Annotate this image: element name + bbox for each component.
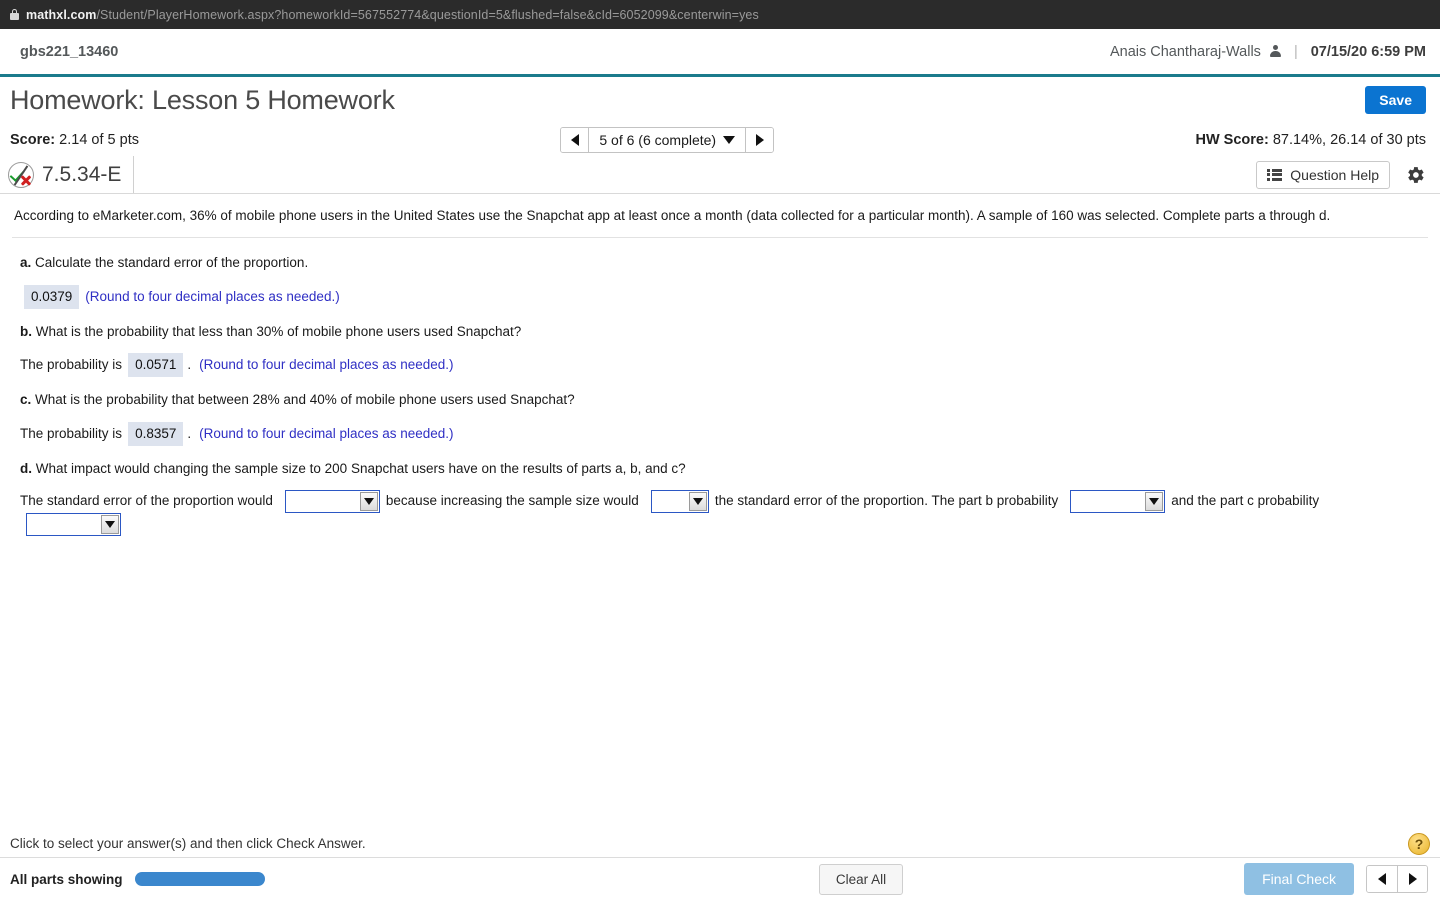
part-b-answer-box[interactable]: 0.0571 — [128, 353, 184, 378]
chevron-down-icon — [359, 492, 378, 511]
parts-progress-group: All parts showing — [10, 872, 478, 887]
triangle-right-icon — [755, 133, 764, 146]
part-c-text: What is the probability that between 28%… — [35, 392, 575, 408]
chevron-down-icon — [101, 515, 119, 534]
final-check-button[interactable]: Final Check — [1244, 863, 1354, 895]
question-stem: According to eMarketer.com, 36% of mobil… — [12, 206, 1428, 239]
clear-all-button[interactable]: Clear All — [818, 863, 904, 895]
page-title: Homework: Lesson 5 Homework — [10, 84, 395, 115]
footer-instruction-row: Click to select your answer(s) and then … — [0, 830, 1440, 858]
part-a-question: a. Calculate the standard error of the p… — [20, 249, 1428, 277]
score-value: 2.14 of 5 pts — [59, 131, 139, 148]
question-help-label: Question Help — [1290, 166, 1379, 183]
triangle-left-icon — [1378, 873, 1386, 885]
part-d-segment-1: The standard error of the proportion wou… — [20, 493, 273, 509]
footer-right: Final Check — [1244, 863, 1428, 895]
part-d-question: d. What impact would changing the sample… — [20, 455, 1428, 483]
person-icon[interactable] — [1269, 45, 1281, 58]
question-tools: Question Help — [1256, 160, 1426, 189]
part-c-answer-box[interactable]: 0.8357 — [128, 421, 184, 446]
list-icon — [1267, 168, 1283, 181]
question-id-group: 7.5.34-E — [8, 156, 135, 193]
part-a-hint: (Round to four decimal places as needed.… — [85, 288, 340, 304]
score-display: Score: 2.14 of 5 pts — [10, 132, 139, 148]
course-header: gbs221_13460 Anais Chantharaj-Walls | 07… — [0, 29, 1440, 77]
timestamp: 07/15/20 6:59 PM — [1310, 43, 1426, 60]
part-d-dropdown-4[interactable] — [26, 513, 121, 536]
part-b-answer-row: The probability is 0.0571 . (Round to fo… — [12, 353, 1428, 378]
course-id: gbs221_13460 — [20, 43, 119, 60]
part-d-dropdown-2[interactable] — [650, 490, 709, 513]
part-c-period: . — [187, 425, 192, 441]
user-name: Anais Chantharaj-Walls — [1109, 43, 1261, 60]
hw-score-display: HW Score: 87.14%, 26.14 of 30 pts — [1195, 132, 1426, 148]
part-d-segment-3: the standard error of the proportion. Th… — [714, 493, 1059, 509]
lock-icon — [10, 9, 19, 20]
part-d-label: d. — [20, 460, 32, 476]
header-right: Anais Chantharaj-Walls | 07/15/20 6:59 P… — [1110, 44, 1426, 60]
part-d-segment-2: because increasing the sample size would — [385, 493, 639, 509]
part-a-answer-row: 0.0379 (Round to four decimal places as … — [12, 284, 1428, 309]
parts-showing-label: All parts showing — [10, 871, 123, 887]
part-b-question: b. What is the probability that less tha… — [20, 318, 1428, 346]
url-domain: mathxl.com — [26, 7, 97, 22]
part-a-answer-box[interactable]: 0.0379 — [24, 284, 80, 309]
question-content: According to eMarketer.com, 36% of mobil… — [0, 194, 1440, 536]
part-d-segment-4: and the part c probability — [1171, 493, 1320, 509]
part-c-label: c. — [20, 392, 32, 408]
chevron-down-icon — [723, 135, 736, 144]
hw-score-label: HW Score: — [1195, 131, 1269, 148]
footer-bar: All parts showing Clear All Final Check — [0, 858, 1440, 900]
prev-question-button[interactable] — [561, 127, 590, 152]
part-d-dropdown-1[interactable] — [284, 490, 380, 513]
header-separator: | — [1293, 43, 1298, 60]
question-selector-dropdown[interactable]: 5 of 6 (6 complete) — [589, 132, 745, 148]
footer-center: Clear All — [478, 863, 1244, 895]
question-selector-label: 5 of 6 (6 complete) — [599, 131, 717, 148]
title-row: Homework: Lesson 5 Homework Save — [0, 77, 1440, 123]
partial-credit-icon — [8, 161, 34, 188]
gear-icon[interactable] — [1404, 164, 1426, 186]
part-b-text: What is the probability that less than 3… — [35, 323, 522, 339]
browser-url-bar[interactable]: mathxl.com/Student/PlayerHomework.aspx?h… — [0, 0, 1440, 29]
footer-instruction: Click to select your answer(s) and then … — [10, 836, 366, 851]
part-c-answer-row: The probability is 0.8357 . (Round to fo… — [12, 421, 1428, 446]
question-id: 7.5.34-E — [42, 162, 122, 186]
part-b-prefix: The probability is — [20, 357, 123, 372]
score-label: Score: — [10, 131, 56, 148]
triangle-left-icon — [570, 133, 579, 146]
question-navigator[interactable]: 5 of 6 (6 complete) — [560, 126, 775, 153]
part-d-text: What impact would changing the sample si… — [35, 460, 686, 476]
chevron-down-icon — [1145, 492, 1164, 511]
footer-nav-pair[interactable] — [1366, 865, 1428, 893]
footer-next-button[interactable] — [1397, 866, 1427, 892]
part-b-hint: (Round to four decimal places as needed.… — [199, 357, 454, 372]
part-a-text: Calculate the standard error of the prop… — [35, 255, 309, 271]
part-a-label: a. — [20, 255, 32, 271]
next-question-button[interactable] — [745, 127, 774, 152]
url-text: mathxl.com/Student/PlayerHomework.aspx?h… — [26, 8, 759, 22]
part-b-period: . — [187, 357, 192, 372]
triangle-right-icon — [1408, 873, 1417, 885]
question-header-row: 7.5.34-E Question Help — [0, 156, 1440, 194]
part-c-question: c. What is the probability that between … — [20, 386, 1428, 414]
chevron-down-icon — [688, 492, 707, 511]
url-path: /Student/PlayerHomework.aspx?homeworkId=… — [96, 7, 759, 22]
part-d-dropdown-3[interactable] — [1070, 490, 1166, 513]
question-help-button[interactable]: Question Help — [1256, 160, 1390, 189]
part-c-hint: (Round to four decimal places as needed.… — [199, 425, 454, 441]
hw-score-value: 87.14%, 26.14 of 30 pts — [1272, 131, 1426, 148]
parts-progress-bar — [134, 872, 265, 886]
part-d-answer-row: The standard error of the proportion wou… — [12, 490, 1428, 536]
footer-prev-button[interactable] — [1367, 866, 1397, 892]
score-bar: Score: 2.14 of 5 pts 5 of 6 (6 complete)… — [0, 123, 1440, 156]
help-icon[interactable]: ? — [1408, 832, 1430, 855]
part-c-prefix: The probability is — [20, 425, 123, 441]
save-button[interactable]: Save — [1365, 86, 1426, 114]
part-b-label: b. — [20, 323, 32, 339]
